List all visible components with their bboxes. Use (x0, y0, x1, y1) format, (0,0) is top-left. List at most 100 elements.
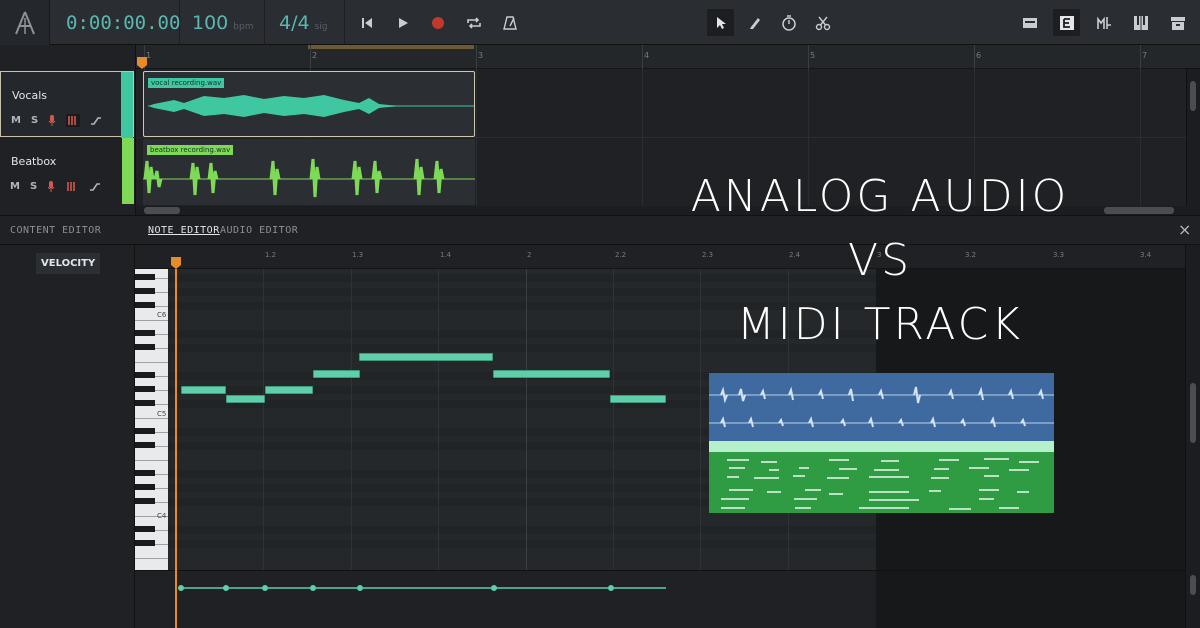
instrument-button[interactable] (1090, 9, 1117, 36)
pencil-tool[interactable] (741, 9, 768, 36)
audio-waveform-preview (709, 386, 1054, 428)
sig-unit: sig (314, 21, 328, 32)
metronome-button[interactable] (496, 9, 523, 36)
timer-tool[interactable] (775, 9, 802, 36)
scissors-icon (815, 16, 830, 30)
piano-button[interactable] (1127, 9, 1154, 36)
playhead-line (175, 269, 177, 628)
editor-button[interactable] (1053, 9, 1080, 36)
content-editor-title: CONTENT EDITOR (10, 225, 102, 236)
toolbar: 0:00:00.00 100 bpm 4/4 sig (0, 0, 1200, 45)
audio-waveform-panel (709, 373, 1054, 441)
keyboard-icon[interactable] (65, 180, 79, 193)
solo-button[interactable]: S (31, 115, 38, 126)
skip-back-icon (361, 17, 372, 28)
octave-label: C6 (157, 311, 167, 319)
play-button[interactable] (389, 9, 416, 36)
midi-note[interactable] (313, 370, 360, 378)
scissors-tool[interactable] (809, 9, 836, 36)
playhead-marker-icon[interactable] (137, 57, 147, 69)
arrange-ruler[interactable]: 1 2 3 4 5 6 7 (136, 45, 1200, 69)
comparison-thumbnail (709, 373, 1054, 513)
track-list: Vocals M S Beatbox M S (0, 45, 136, 215)
midi-data-panel (709, 452, 1054, 513)
midi-note[interactable] (610, 395, 666, 403)
automation-icon[interactable] (90, 116, 102, 125)
ruler-tick: 2 (527, 251, 532, 259)
vocal-clip[interactable]: vocal recording.wav (143, 71, 475, 137)
bpm-unit: bpm (233, 21, 254, 32)
midi-note[interactable] (359, 353, 493, 361)
beatbox-clip[interactable]: beatbox recording.wav (143, 139, 475, 205)
track-color-bar (122, 138, 134, 204)
ruler-tick: 5 (810, 51, 816, 60)
vocal-waveform (148, 95, 474, 117)
skip-back-button[interactable] (353, 9, 380, 36)
headline-line-1: ANALOG AUDIO (690, 171, 1070, 222)
track-vocals[interactable]: Vocals M S (0, 71, 134, 138)
octave-label: C4 (157, 512, 167, 520)
pencil-icon (749, 17, 760, 29)
bpm-value: 100 (192, 11, 229, 34)
piano-keyboard[interactable]: C6 C5 C4 (135, 269, 168, 570)
automation-icon[interactable] (89, 182, 101, 191)
track-color-bar (121, 72, 133, 138)
timer-icon (781, 14, 796, 31)
ruler-tick: 1.4 (440, 251, 452, 259)
time-signature-display[interactable]: 4/4 sig (265, 0, 345, 45)
mixer-icon (1022, 17, 1037, 28)
record-button[interactable] (424, 9, 451, 36)
midi-note[interactable] (226, 395, 265, 403)
mic-icon[interactable] (47, 181, 55, 192)
track-name: Beatbox (11, 155, 57, 168)
playhead-marker-icon[interactable] (171, 257, 181, 269)
tab-audio-editor[interactable]: AUDIO EDITOR (220, 225, 298, 236)
loop-region[interactable] (308, 45, 474, 49)
ruler-tick: 6 (976, 51, 982, 60)
metronome-icon (502, 15, 517, 30)
headline: ANALOG AUDIO VS MIDI TRACK (560, 165, 1200, 357)
instrument-icon (1096, 16, 1111, 29)
tab-note-editor[interactable]: NOTE EDITOR (148, 225, 220, 236)
loop-button[interactable] (460, 9, 487, 36)
mute-button[interactable]: M (10, 181, 20, 192)
octave-label: C5 (157, 410, 167, 418)
solo-button[interactable]: S (30, 181, 37, 192)
keyboard-icon[interactable] (66, 114, 81, 127)
ruler-tick: 2 (312, 51, 318, 60)
logo-icon[interactable] (0, 0, 50, 45)
ruler-tick: 7 (1142, 51, 1148, 60)
time-display[interactable]: 0:00:00.00 (50, 0, 180, 45)
midi-note[interactable] (493, 370, 610, 378)
midi-note[interactable] (265, 386, 313, 394)
ruler-tick: 3 (478, 51, 484, 60)
bpm-display[interactable]: 100 bpm (180, 0, 265, 45)
mic-icon[interactable] (48, 115, 56, 126)
archive-icon (1170, 16, 1185, 30)
time-value: 0:00:00.00 (66, 11, 181, 34)
midi-note[interactable] (181, 386, 226, 394)
ruler-tick: 1.3 (352, 251, 364, 259)
ruler-tick: 1.2 (265, 251, 277, 259)
archive-button[interactable] (1164, 9, 1191, 36)
beatbox-waveform (143, 158, 475, 198)
play-icon (398, 17, 408, 28)
pointer-tool[interactable] (707, 9, 734, 36)
track-beatbox[interactable]: Beatbox M S (0, 138, 134, 204)
headline-line-3: MIDI TRACK (736, 299, 1024, 350)
loop-icon (466, 16, 481, 29)
track-name: Vocals (12, 89, 47, 102)
piano-icon (1133, 15, 1148, 30)
velocity-button[interactable]: VELOCITY (36, 253, 101, 274)
headline-line-2: VS (847, 235, 913, 286)
mixer-button[interactable] (1016, 9, 1043, 36)
editor-icon (1059, 15, 1074, 30)
midi-notes-preview (721, 458, 1039, 510)
velocity-lane[interactable] (135, 570, 1185, 628)
editor-side-panel: VELOCITY (0, 245, 135, 628)
ruler-tick: 4 (644, 51, 650, 60)
sig-value: 4/4 (279, 11, 310, 34)
record-icon (431, 16, 444, 29)
mute-button[interactable]: M (11, 115, 21, 126)
pointer-icon (716, 16, 726, 29)
